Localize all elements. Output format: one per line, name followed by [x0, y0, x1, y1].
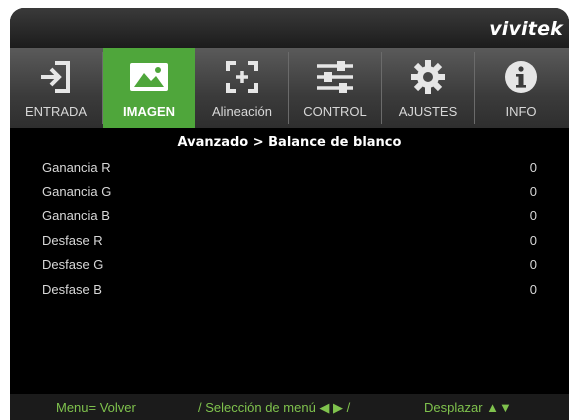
setting-label: Ganancia B [42, 208, 110, 223]
setting-value: 0 [529, 160, 537, 175]
tab-label: Alineación [212, 104, 272, 119]
tab-label: INFO [505, 104, 537, 119]
footer-hints: Menu= Volver / Selección de menú ◀ ▶ / D… [10, 394, 569, 420]
tab-ajustes[interactable]: AJUSTES [382, 48, 474, 128]
tab-imagen[interactable]: IMAGEN [103, 48, 195, 128]
setting-value: 0 [529, 233, 537, 248]
tab-label: IMAGEN [123, 104, 175, 119]
footer-select-hint: / Selección de menú ◀ ▶ / [198, 400, 351, 415]
setting-ganancia-r[interactable]: Ganancia R 0 [10, 160, 569, 182]
info-icon [475, 59, 567, 95]
setting-value: 0 [529, 184, 537, 199]
setting-desfase-g[interactable]: Desfase G 0 [10, 257, 569, 279]
tab-label: ENTRADA [24, 104, 88, 119]
setting-label: Desfase R [42, 233, 103, 248]
setting-desfase-b[interactable]: Desfase B 0 [10, 282, 569, 304]
setting-label: Ganancia G [42, 184, 112, 199]
footer-scroll-hint: Desplazar ▲▼ [424, 400, 512, 415]
setting-desfase-r[interactable]: Desfase R 0 [10, 233, 569, 255]
setting-value: 0 [529, 208, 537, 223]
setting-value: 0 [529, 282, 537, 297]
tab-alineacion[interactable]: Alineación [196, 48, 288, 128]
tab-bar: ENTRADA IMAGEN Alineación CONTROL AJUSTE… [10, 48, 569, 128]
alignment-icon [196, 59, 288, 95]
breadcrumb: Avanzado > Balance de blanco [177, 135, 402, 150]
top-bar: vivitek [10, 8, 569, 48]
setting-label: Ganancia R [42, 160, 111, 175]
tab-label: CONTROL [303, 104, 367, 119]
tab-label: AJUSTES [398, 104, 458, 119]
image-icon [103, 59, 195, 95]
input-arrow-icon [10, 59, 102, 95]
setting-ganancia-b[interactable]: Ganancia B 0 [10, 208, 569, 230]
footer-menu-hint: Menu= Volver [56, 400, 136, 415]
osd-panel: vivitek ENTRADA IMAGEN Alineación CONTRO… [10, 8, 569, 420]
brand-logo: vivitek [489, 18, 563, 40]
setting-label: Desfase G [42, 257, 104, 272]
tab-entrada[interactable]: ENTRADA [10, 48, 102, 128]
tab-control[interactable]: CONTROL [289, 48, 381, 128]
setting-label: Desfase B [42, 282, 102, 297]
gear-icon [382, 59, 474, 95]
setting-value: 0 [529, 257, 537, 272]
sliders-icon [289, 59, 381, 95]
setting-ganancia-g[interactable]: Ganancia G 0 [10, 184, 569, 206]
tab-info[interactable]: INFO [475, 48, 567, 128]
